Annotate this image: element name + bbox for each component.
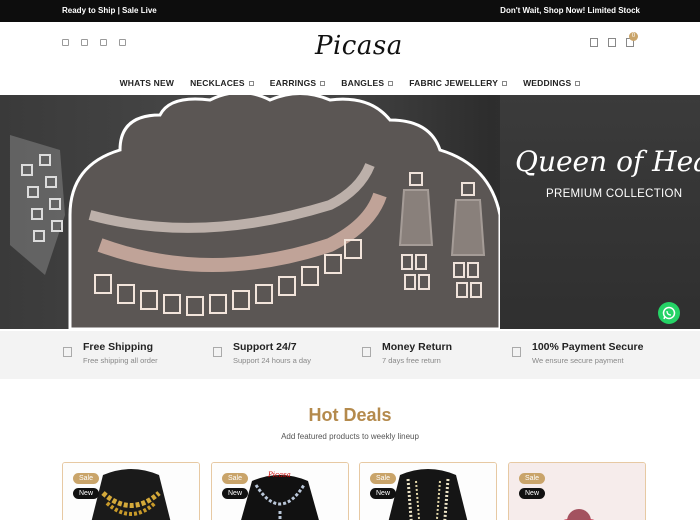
new-badge: New: [519, 488, 546, 499]
nav-label: WHATS NEW: [119, 78, 175, 88]
whatsapp-icon: [662, 306, 676, 320]
nav-weddings[interactable]: WEDDINGS: [523, 72, 581, 94]
sale-badge: Sale: [73, 473, 100, 484]
hero-text-panel: [500, 95, 700, 329]
feature-payment-secure: 100% Payment Secure We ensure secure pay…: [512, 341, 652, 371]
truck-icon: [63, 347, 72, 357]
sale-badge: Sale: [370, 473, 397, 484]
shop-now-text: Don't Wait, Shop Now! Limited Stock: [500, 6, 640, 15]
social-links: [62, 39, 126, 46]
nav-label: WEDDINGS: [523, 78, 572, 88]
chevron-down-icon: [248, 80, 254, 86]
sale-badge: Sale: [222, 473, 249, 484]
nav-label: FABRIC JEWELLERY: [409, 78, 499, 88]
new-badge: New: [222, 488, 249, 499]
instagram-icon[interactable]: [81, 39, 88, 46]
hero-subtitle: PREMIUM COLLECTION: [546, 188, 683, 200]
feature-subtitle: Support 24 hours a day: [233, 356, 311, 365]
nav-earrings[interactable]: EARRINGS: [269, 72, 326, 94]
logo-text: Picasa: [315, 31, 403, 61]
card-brand-logo: Picasa: [268, 471, 291, 479]
chevron-down-icon: [575, 80, 581, 86]
nav-bangles[interactable]: BANGLES: [341, 72, 394, 94]
feature-money-return: Money Return 7 days free return: [362, 341, 502, 371]
hot-deals-subtitle: Add featured products to weekly lineup: [281, 432, 419, 441]
lock-icon: [512, 347, 521, 357]
facebook-icon[interactable]: [62, 39, 69, 46]
wishlist-icon[interactable]: [608, 38, 616, 47]
pinterest-icon[interactable]: [119, 39, 126, 46]
nav-label: BANGLES: [341, 78, 385, 88]
product-card[interactable]: Sale New: [359, 462, 497, 520]
new-badge: New: [370, 488, 397, 499]
chevron-down-icon: [388, 80, 394, 86]
ready-to-ship-text: Ready to Ship | Sale Live: [62, 6, 157, 15]
refund-icon: [362, 347, 371, 357]
site-header: Picasa 0: [0, 22, 700, 72]
product-card[interactable]: Sale New: [62, 462, 200, 520]
search-icon[interactable]: [590, 38, 598, 47]
whatsapp-chat-button[interactable]: [658, 302, 680, 324]
chevron-down-icon: [320, 80, 326, 86]
chevron-down-icon: [502, 80, 508, 86]
feature-support: Support 24/7 Support 24 hours a day: [213, 341, 353, 371]
headset-icon: [213, 347, 222, 357]
feature-title: Money Return: [382, 341, 453, 353]
cart-count-badge: 0: [629, 32, 638, 41]
header-actions: [590, 38, 634, 47]
feature-subtitle: 7 days free return: [382, 356, 441, 365]
nav-label: EARRINGS: [269, 78, 317, 88]
nav-fabric-jewellery[interactable]: FABRIC JEWELLERY: [409, 72, 508, 94]
main-navigation: WHATS NEW NECKLACES EARRINGS BANGLES FAB…: [0, 72, 700, 94]
product-card[interactable]: Sale New: [508, 462, 646, 520]
feature-title: 100% Payment Secure: [532, 341, 644, 353]
bangle-graphic: [10, 135, 65, 275]
nav-label: NECKLACES: [190, 78, 245, 88]
top-announcement-bar: Ready to Ship | Sale Live Don't Wait, Sh…: [0, 0, 700, 22]
nav-necklaces[interactable]: NECKLACES: [190, 72, 254, 94]
feature-title: Free Shipping: [83, 341, 154, 353]
feature-title: Support 24/7: [233, 341, 297, 353]
product-card[interactable]: Picasa Sale New: [211, 462, 349, 520]
features-strip: Free Shipping Free shipping all order Su…: [0, 331, 700, 379]
feature-subtitle: We ensure secure payment: [532, 356, 624, 365]
feature-free-shipping: Free Shipping Free shipping all order: [63, 341, 203, 371]
hero-title: Queen of Hearts: [515, 145, 700, 178]
feature-subtitle: Free shipping all order: [83, 356, 158, 365]
sale-badge: Sale: [519, 473, 546, 484]
picasa-logo[interactable]: Picasa: [315, 27, 402, 67]
hero-banner[interactable]: Queen of Hearts PREMIUM COLLECTION: [0, 95, 700, 329]
hot-deals-title: Hot Deals: [308, 405, 392, 425]
youtube-icon[interactable]: [100, 39, 107, 46]
new-badge: New: [73, 488, 100, 499]
nav-whats-new[interactable]: WHATS NEW: [120, 72, 175, 94]
